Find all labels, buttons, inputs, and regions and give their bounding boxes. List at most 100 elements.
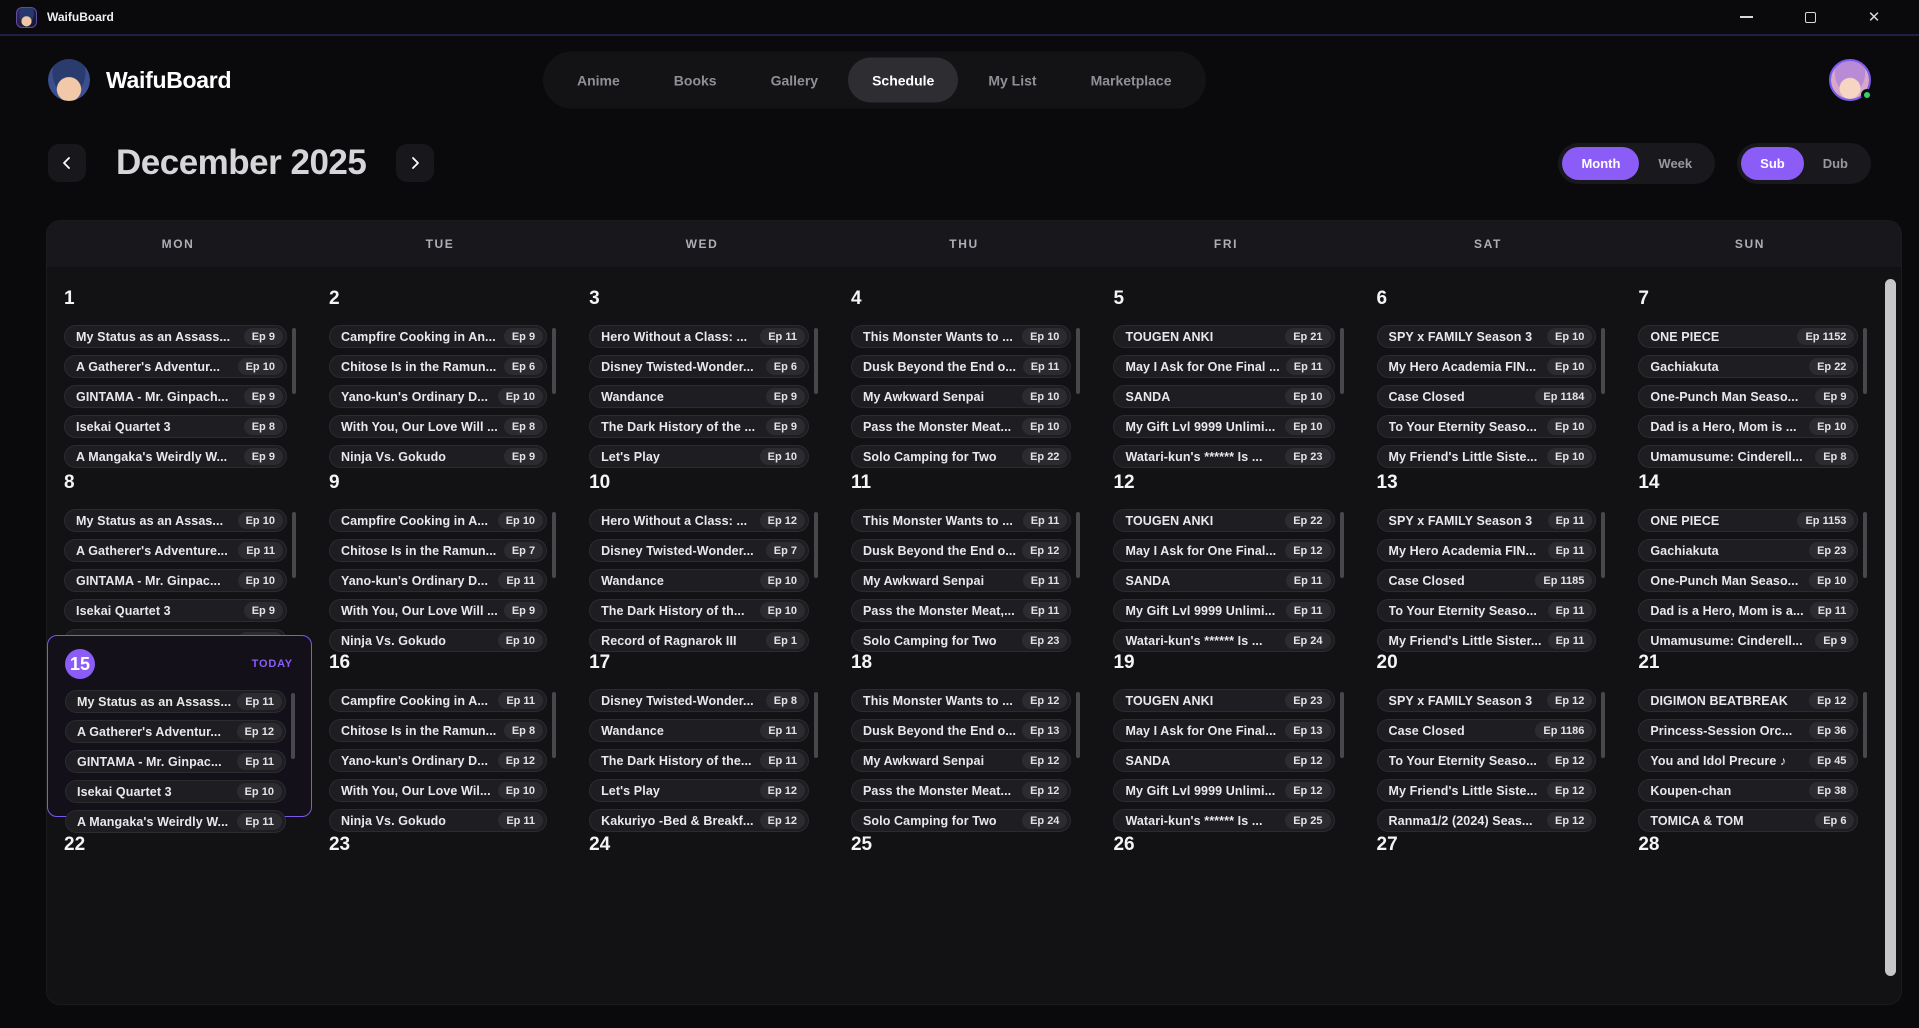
- cell-scrollbar[interactable]: [1076, 692, 1080, 758]
- event-pill[interactable]: This Monster Wants to ...Ep 10: [851, 325, 1071, 348]
- event-pill[interactable]: SANDAEp 11: [1113, 569, 1334, 592]
- day-cell-12[interactable]: 12TOUGEN ANKIEp 22May I Ask for One Fina…: [1096, 455, 1359, 635]
- cell-scrollbar[interactable]: [1601, 328, 1605, 394]
- close-button[interactable]: ✕: [1859, 4, 1889, 30]
- event-pill[interactable]: Case ClosedEp 1186: [1377, 719, 1597, 742]
- event-pill[interactable]: With You, Our Love Will ...Ep 8: [329, 415, 547, 438]
- event-pill[interactable]: Princess-Session Orc...Ep 36: [1638, 719, 1858, 742]
- event-pill[interactable]: May I Ask for One Final...Ep 12: [1113, 539, 1334, 562]
- event-pill[interactable]: With You, Our Love Wil...Ep 10: [329, 779, 547, 802]
- tab-anime[interactable]: Anime: [553, 58, 644, 103]
- tab-gallery[interactable]: Gallery: [747, 58, 842, 103]
- cell-scrollbar[interactable]: [292, 328, 296, 394]
- event-pill[interactable]: Yano-kun's Ordinary D...Ep 11: [329, 569, 547, 592]
- day-cell-8[interactable]: 8My Status as an Assas...Ep 10A Gatherer…: [47, 455, 312, 635]
- day-cell-1[interactable]: 1My Status as an Assass...Ep 9A Gatherer…: [47, 271, 312, 455]
- day-cell-11[interactable]: 11This Monster Wants to ...Ep 11Dusk Bey…: [834, 455, 1096, 635]
- event-pill[interactable]: My Status as an Assass...Ep 9: [64, 325, 287, 348]
- event-pill[interactable]: My Awkward SenpaiEp 11: [851, 569, 1071, 592]
- tab-books[interactable]: Books: [650, 58, 741, 103]
- event-pill[interactable]: Dusk Beyond the End o...Ep 11: [851, 355, 1071, 378]
- day-cell-7[interactable]: 7ONE PIECEEp 1152GachiakutaEp 22One-Punc…: [1621, 271, 1883, 455]
- day-cell-5[interactable]: 5TOUGEN ANKIEp 21May I Ask for One Final…: [1096, 271, 1359, 455]
- cell-scrollbar[interactable]: [814, 512, 818, 578]
- maximize-button[interactable]: [1795, 4, 1825, 30]
- event-pill[interactable]: TOUGEN ANKIEp 21: [1113, 325, 1334, 348]
- cell-scrollbar[interactable]: [1076, 328, 1080, 394]
- event-pill[interactable]: Isekai Quartet 3Ep 10: [65, 780, 286, 803]
- event-pill[interactable]: Chitose Is in the Ramun...Ep 8: [329, 719, 547, 742]
- audio-dub-button[interactable]: Dub: [1804, 147, 1867, 180]
- cell-scrollbar[interactable]: [552, 512, 556, 578]
- event-pill[interactable]: Dad is a Hero, Mom is a...Ep 11: [1638, 599, 1858, 622]
- day-cell-28[interactable]: 28: [1621, 817, 1883, 1004]
- event-pill[interactable]: GINTAMA - Mr. Ginpach...Ep 9: [64, 385, 287, 408]
- event-pill[interactable]: My Hero Academia FIN...Ep 11: [1377, 539, 1597, 562]
- event-pill[interactable]: Isekai Quartet 3Ep 9: [64, 599, 287, 622]
- cell-scrollbar[interactable]: [552, 692, 556, 758]
- event-pill[interactable]: TOUGEN ANKIEp 23: [1113, 689, 1334, 712]
- event-pill[interactable]: Disney Twisted-Wonder...Ep 8: [589, 689, 809, 712]
- day-cell-15[interactable]: 15TODAYMy Status as an Assass...Ep 11A G…: [47, 635, 312, 817]
- event-pill[interactable]: My Awkward SenpaiEp 12: [851, 749, 1071, 772]
- event-pill[interactable]: GachiakutaEp 22: [1638, 355, 1858, 378]
- day-cell-9[interactable]: 9Campfire Cooking in A...Ep 10Chitose Is…: [312, 455, 572, 635]
- event-pill[interactable]: WandanceEp 9: [589, 385, 809, 408]
- tab-marketplace[interactable]: Marketplace: [1067, 58, 1196, 103]
- day-cell-3[interactable]: 3Hero Without a Class: ...Ep 11Disney Tw…: [572, 271, 834, 455]
- cell-scrollbar[interactable]: [552, 328, 556, 394]
- day-cell-6[interactable]: 6SPY x FAMILY Season 3Ep 10My Hero Acade…: [1360, 271, 1622, 455]
- cell-scrollbar[interactable]: [1863, 692, 1867, 758]
- cell-scrollbar[interactable]: [1601, 512, 1605, 578]
- event-pill[interactable]: This Monster Wants to ...Ep 11: [851, 509, 1071, 532]
- day-cell-19[interactable]: 19TOUGEN ANKIEp 23May I Ask for One Fina…: [1096, 635, 1359, 817]
- event-pill[interactable]: This Monster Wants to ...Ep 12: [851, 689, 1071, 712]
- cell-scrollbar[interactable]: [291, 693, 295, 759]
- event-pill[interactable]: SPY x FAMILY Season 3Ep 10: [1377, 325, 1597, 348]
- tab-schedule[interactable]: Schedule: [848, 58, 958, 103]
- day-cell-25[interactable]: 25: [834, 817, 1096, 1004]
- event-pill[interactable]: One-Punch Man Seaso...Ep 9: [1638, 385, 1858, 408]
- day-cell-2[interactable]: 2Campfire Cooking in An...Ep 9Chitose Is…: [312, 271, 572, 455]
- day-cell-23[interactable]: 23: [312, 817, 572, 1004]
- event-pill[interactable]: Dusk Beyond the End o...Ep 12: [851, 539, 1071, 562]
- minimize-button[interactable]: [1731, 4, 1761, 30]
- event-pill[interactable]: My Friend's Little Siste...Ep 12: [1377, 779, 1597, 802]
- event-pill[interactable]: WandanceEp 11: [589, 719, 809, 742]
- event-pill[interactable]: Isekai Quartet 3Ep 8: [64, 415, 287, 438]
- next-month-button[interactable]: [396, 144, 434, 182]
- event-pill[interactable]: A Gatherer's Adventur...Ep 12: [65, 720, 286, 743]
- cell-scrollbar[interactable]: [1601, 692, 1605, 758]
- event-pill[interactable]: With You, Our Love Will ...Ep 9: [329, 599, 547, 622]
- event-pill[interactable]: DIGIMON BEATBREAKEp 12: [1638, 689, 1858, 712]
- event-pill[interactable]: SANDAEp 12: [1113, 749, 1334, 772]
- event-pill[interactable]: Pass the Monster Meat...Ep 12: [851, 779, 1071, 802]
- event-pill[interactable]: ONE PIECEEp 1152: [1638, 325, 1858, 348]
- event-pill[interactable]: SANDAEp 10: [1113, 385, 1334, 408]
- event-pill[interactable]: Pass the Monster Meat...Ep 10: [851, 415, 1071, 438]
- event-pill[interactable]: Chitose Is in the Ramun...Ep 6: [329, 355, 547, 378]
- event-pill[interactable]: Dad is a Hero, Mom is ...Ep 10: [1638, 415, 1858, 438]
- event-pill[interactable]: To Your Eternity Seaso...Ep 10: [1377, 415, 1597, 438]
- vertical-scrollbar[interactable]: [1885, 279, 1896, 976]
- cell-scrollbar[interactable]: [292, 512, 296, 578]
- event-pill[interactable]: GINTAMA - Mr. Ginpac...Ep 10: [64, 569, 287, 592]
- event-pill[interactable]: My Awkward SenpaiEp 10: [851, 385, 1071, 408]
- cell-scrollbar[interactable]: [1863, 328, 1867, 394]
- event-pill[interactable]: You and Idol Precure ♪Ep 45: [1638, 749, 1858, 772]
- view-week-button[interactable]: Week: [1639, 147, 1711, 180]
- event-pill[interactable]: GINTAMA - Mr. Ginpac...Ep 11: [65, 750, 286, 773]
- cell-scrollbar[interactable]: [1340, 328, 1344, 394]
- day-cell-4[interactable]: 4This Monster Wants to ...Ep 10Dusk Beyo…: [834, 271, 1096, 455]
- event-pill[interactable]: The Dark History of the ...Ep 9: [589, 415, 809, 438]
- event-pill[interactable]: The Dark History of th...Ep 10: [589, 599, 809, 622]
- event-pill[interactable]: Yano-kun's Ordinary D...Ep 12: [329, 749, 547, 772]
- event-pill[interactable]: Campfire Cooking in An...Ep 9: [329, 325, 547, 348]
- event-pill[interactable]: My Gift Lvl 9999 Unlimi...Ep 11: [1113, 599, 1334, 622]
- cell-scrollbar[interactable]: [814, 328, 818, 394]
- cell-scrollbar[interactable]: [1340, 692, 1344, 758]
- event-pill[interactable]: WandanceEp 10: [589, 569, 809, 592]
- event-pill[interactable]: May I Ask for One Final...Ep 13: [1113, 719, 1334, 742]
- event-pill[interactable]: TOUGEN ANKIEp 22: [1113, 509, 1334, 532]
- cell-scrollbar[interactable]: [1076, 512, 1080, 578]
